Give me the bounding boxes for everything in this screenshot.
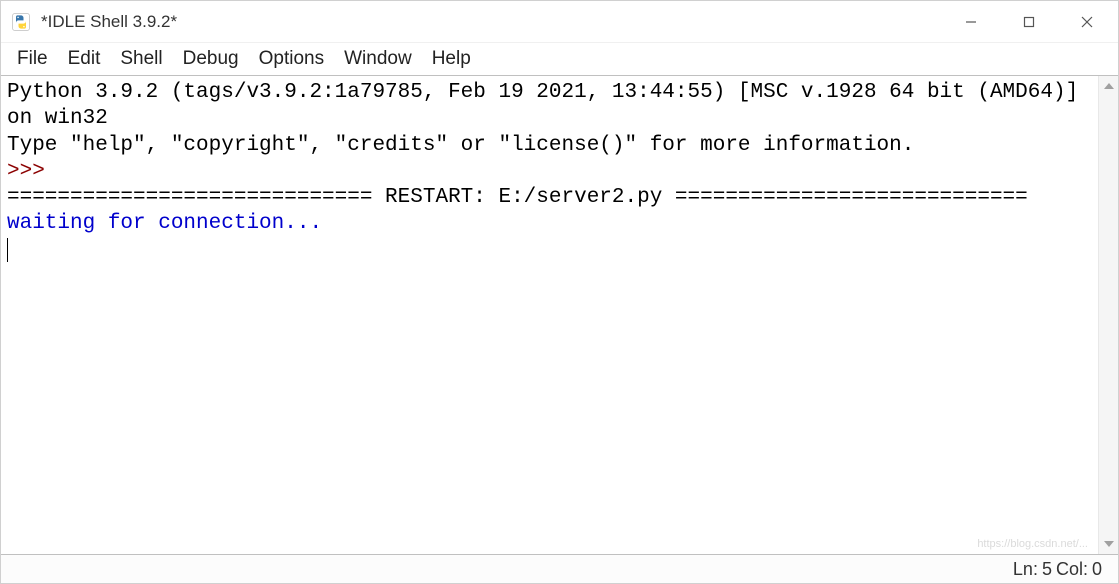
window-title: *IDLE Shell 3.9.2* xyxy=(41,12,942,32)
python-banner: Python 3.9.2 (tags/v3.9.2:1a79785, Feb 1… xyxy=(7,81,1091,130)
maximize-button[interactable] xyxy=(1000,1,1058,42)
minimize-button[interactable] xyxy=(942,1,1000,42)
col-value: 0 xyxy=(1092,559,1102,580)
restart-banner: ============================= RESTART: E… xyxy=(7,186,1028,209)
menu-help[interactable]: Help xyxy=(422,46,481,72)
editor-area: Python 3.9.2 (tags/v3.9.2:1a79785, Feb 1… xyxy=(1,75,1118,555)
watermark: https://blog.csdn.net/... xyxy=(977,538,1088,552)
menu-edit[interactable]: Edit xyxy=(58,46,111,72)
vertical-scrollbar[interactable] xyxy=(1098,76,1118,554)
prompt: >>> xyxy=(7,160,57,183)
close-button[interactable] xyxy=(1058,1,1116,42)
col-label: Col: xyxy=(1056,559,1088,580)
menubar: File Edit Shell Debug Options Window Hel… xyxy=(1,43,1118,75)
window-controls xyxy=(942,1,1116,42)
shell-text-area[interactable]: Python 3.9.2 (tags/v3.9.2:1a79785, Feb 1… xyxy=(1,76,1098,554)
line-value: 5 xyxy=(1042,559,1052,580)
menu-shell[interactable]: Shell xyxy=(110,46,172,72)
menu-window[interactable]: Window xyxy=(334,46,422,72)
menu-options[interactable]: Options xyxy=(249,46,334,72)
menu-debug[interactable]: Debug xyxy=(173,46,249,72)
python-idle-icon xyxy=(11,12,31,32)
text-cursor xyxy=(7,238,8,261)
scroll-down-icon[interactable] xyxy=(1099,534,1118,554)
line-label: Ln: xyxy=(1013,559,1038,580)
menu-file[interactable]: File xyxy=(7,46,58,72)
titlebar: *IDLE Shell 3.9.2* xyxy=(1,1,1118,43)
scroll-up-icon[interactable] xyxy=(1099,76,1118,96)
statusbar: Ln: 5 Col: 0 xyxy=(1,555,1118,583)
program-output: waiting for connection... xyxy=(7,212,322,235)
python-banner-hint: Type "help", "copyright", "credits" or "… xyxy=(7,134,914,157)
